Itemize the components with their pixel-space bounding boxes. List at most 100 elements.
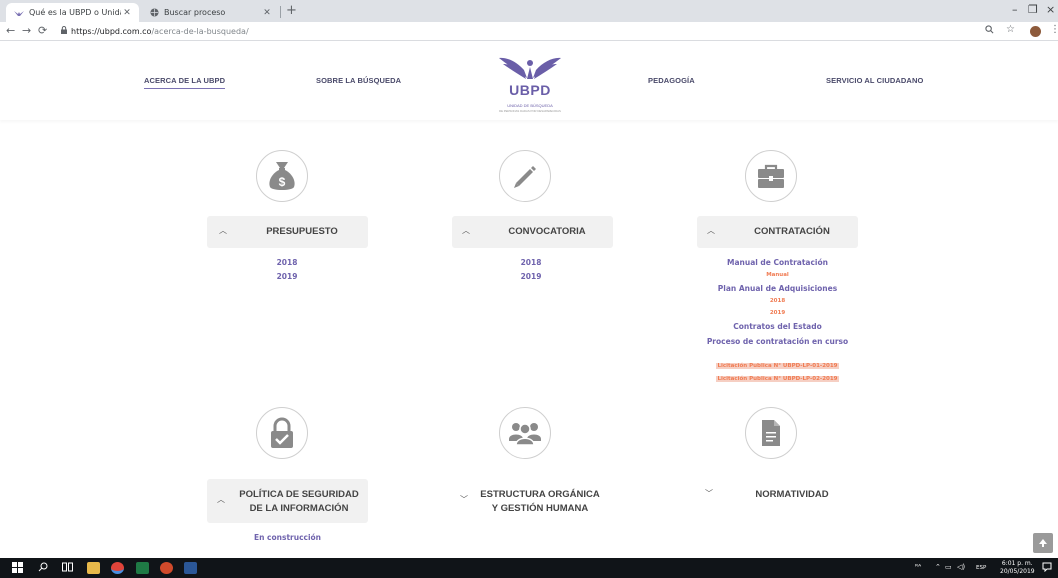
convocatoria-title: CONVOCATORIA — [508, 226, 586, 237]
arrow-up-icon — [1039, 539, 1047, 547]
lock-icon — [61, 26, 67, 36]
address-bar-row: ← → ⟳ https://ubpd.com.co/acerca-de-la-b… — [0, 22, 1058, 41]
seguridad-title-line2: DE LA INFORMACIÓN — [249, 503, 349, 514]
document-icon — [762, 420, 780, 446]
convocatoria-link-2019[interactable]: 2019 — [516, 272, 546, 281]
chevron-down-icon: ﹀ — [705, 489, 713, 498]
normatividad-header[interactable]: ﹀ NORMATIVIDAD — [697, 479, 858, 511]
reload-icon[interactable]: ⟳ — [38, 24, 47, 37]
svg-text:$: $ — [279, 175, 286, 189]
licitacion-2-wrap: Licitación Publica N° UBPD-LP-02-2019 — [697, 365, 858, 384]
url-host: https://ubpd.com.co — [71, 26, 152, 36]
tab-title: Buscar proceso — [164, 8, 226, 17]
excel-icon[interactable] — [136, 562, 149, 574]
tab-close-icon[interactable]: ✕ — [121, 8, 133, 18]
network-icon[interactable]: ▭ — [945, 563, 952, 571]
people-icon — [509, 423, 541, 446]
nav-acerca[interactable]: ACERCA DE LA UBPD — [144, 76, 226, 89]
chevron-down-icon: ﹀ — [460, 495, 468, 504]
estructura-title-line2: Y GESTIÓN HUMANA — [491, 503, 589, 514]
chevron-up-icon: ︿ — [217, 495, 225, 504]
zoom-icon[interactable] — [985, 25, 994, 37]
people-tray-icon[interactable]: ᴿᴬ — [915, 563, 921, 571]
licitacion-link-2[interactable]: Licitación Publica N° UBPD-LP-02-2019 — [716, 376, 839, 382]
maximize-button[interactable]: ❐ — [1028, 3, 1038, 16]
logo-title: UBPD — [509, 82, 551, 98]
tab-title: Qué es la UBPD o Unidad de bús — [29, 8, 121, 17]
browser-tab-bar: Qué es la UBPD o Unidad de bús ✕ Buscar … — [0, 0, 1058, 22]
ubpd-wings-icon — [499, 57, 561, 79]
money-bag-icon: $ — [269, 162, 295, 190]
file-explorer-icon[interactable] — [87, 562, 100, 574]
nav-sobre-busqueda[interactable]: SOBRE LA BÚSQUEDA — [316, 76, 401, 85]
contratacion-circle — [745, 150, 797, 202]
ubpd-favicon-icon — [14, 8, 24, 18]
contratacion-title: CONTRATACIÓN — [754, 226, 830, 237]
powerpoint-icon[interactable] — [160, 562, 173, 574]
manual-contratacion-title: Manual de Contratación — [726, 258, 828, 267]
forward-arrow-icon[interactable]: → — [22, 24, 31, 37]
contratacion-header[interactable]: ︿ CONTRATACIÓN — [697, 216, 858, 248]
logo-subtitle-small: DE PERSONAS DADAS POR DESAPARECIDAS — [499, 109, 561, 113]
menu-dots-icon[interactable]: ⋮ — [1050, 24, 1058, 35]
site-header: ACERCA DE LA UBPD SOBRE LA BÚSQUEDA UBPD… — [0, 42, 1058, 120]
briefcase-icon — [758, 164, 784, 188]
seguridad-header[interactable]: ︿ POLÍTICA DE SEGURIDAD DE LA INFORMACIÓ… — [207, 479, 368, 523]
plan-link-2018[interactable]: 2018 — [697, 298, 858, 304]
plan-link-2019[interactable]: 2019 — [697, 310, 858, 316]
convocatoria-header[interactable]: ︿ CONVOCATORIA — [452, 216, 613, 248]
chevron-up-icon: ︿ — [707, 226, 715, 235]
tab-close-icon[interactable]: ✕ — [261, 8, 273, 18]
minimize-button[interactable]: – — [1012, 3, 1018, 16]
chevron-up-icon: ︿ — [462, 226, 470, 235]
windows-taskbar: ᴿᴬ ⌃ ▭ ◁) ESP 6:01 p. m. 20/05/2019 — [0, 558, 1058, 578]
seguridad-status: En construcción — [253, 533, 322, 542]
manual-link[interactable]: Manual — [697, 272, 858, 278]
presupuesto-link-2018[interactable]: 2018 — [272, 258, 302, 267]
estructura-header[interactable]: ﹀ ESTRUCTURA ORGÁNICA Y GESTIÓN HUMANA — [452, 479, 613, 523]
avatar[interactable] — [1030, 26, 1041, 37]
clock-date: 20/05/2019 — [1000, 568, 1035, 575]
estructura-title-line1: ESTRUCTURA ORGÁNICA — [480, 489, 600, 500]
presupuesto-link-2019[interactable]: 2019 — [272, 272, 302, 281]
estructura-circle — [499, 407, 551, 459]
pencil-icon — [514, 166, 536, 188]
clock-time: 6:01 p. m. — [1001, 560, 1033, 567]
star-icon[interactable]: ☆ — [1006, 24, 1015, 35]
normatividad-title: NORMATIVIDAD — [755, 489, 829, 500]
task-view-icon[interactable] — [62, 562, 73, 575]
tab-separator — [280, 6, 281, 18]
nav-pedagogia[interactable]: PEDAGOGÍA — [648, 76, 695, 85]
url-field[interactable]: https://ubpd.com.co/acerca-de-la-busqued… — [61, 26, 249, 36]
browser-tab-inactive[interactable]: Buscar proceso ✕ — [141, 3, 279, 22]
browser-tab-active[interactable]: Qué es la UBPD o Unidad de bús ✕ — [6, 3, 139, 22]
seguridad-circle — [256, 407, 308, 459]
search-icon[interactable] — [38, 562, 48, 575]
convocatoria-circle — [499, 150, 551, 202]
contratos-estado-link[interactable]: Contratos del Estado — [697, 322, 858, 331]
presupuesto-header[interactable]: ︿ PRESUPUESTO — [207, 216, 368, 248]
clock[interactable]: 6:01 p. m. 20/05/2019 — [1000, 560, 1035, 576]
convocatoria-link-2018[interactable]: 2018 — [516, 258, 546, 267]
volume-icon[interactable]: ◁) — [957, 563, 965, 571]
notifications-icon[interactable] — [1042, 562, 1052, 574]
presupuesto-title: PRESUPUESTO — [266, 226, 338, 237]
globe-icon — [149, 8, 159, 18]
logo-subtitle: UNIDAD DE BÚSQUEDA — [507, 103, 553, 108]
new-tab-button[interactable]: + — [286, 3, 297, 18]
chevron-up-tray-icon[interactable]: ⌃ — [935, 563, 941, 571]
scroll-top-button[interactable] — [1033, 533, 1053, 553]
nav-servicio-ciudadano[interactable]: SERVICIO AL CIUDADANO — [826, 76, 923, 85]
chevron-up-icon: ︿ — [219, 226, 227, 235]
proceso-contratacion-title: Proceso de contratación en curso — [706, 337, 849, 346]
normatividad-circle — [745, 407, 797, 459]
ubpd-logo[interactable]: UBPD UNIDAD DE BÚSQUEDA DE PERSONAS DADA… — [489, 52, 571, 116]
windows-start-icon[interactable] — [12, 562, 23, 576]
seguridad-title-line1: POLÍTICA DE SEGURIDAD — [239, 489, 359, 500]
back-arrow-icon[interactable]: ← — [6, 24, 15, 37]
word-icon[interactable] — [184, 562, 197, 574]
close-window-button[interactable]: × — [1046, 3, 1055, 16]
chrome-icon[interactable] — [111, 562, 124, 574]
language-indicator[interactable]: ESP — [976, 565, 986, 571]
presupuesto-circle: $ — [256, 150, 308, 202]
